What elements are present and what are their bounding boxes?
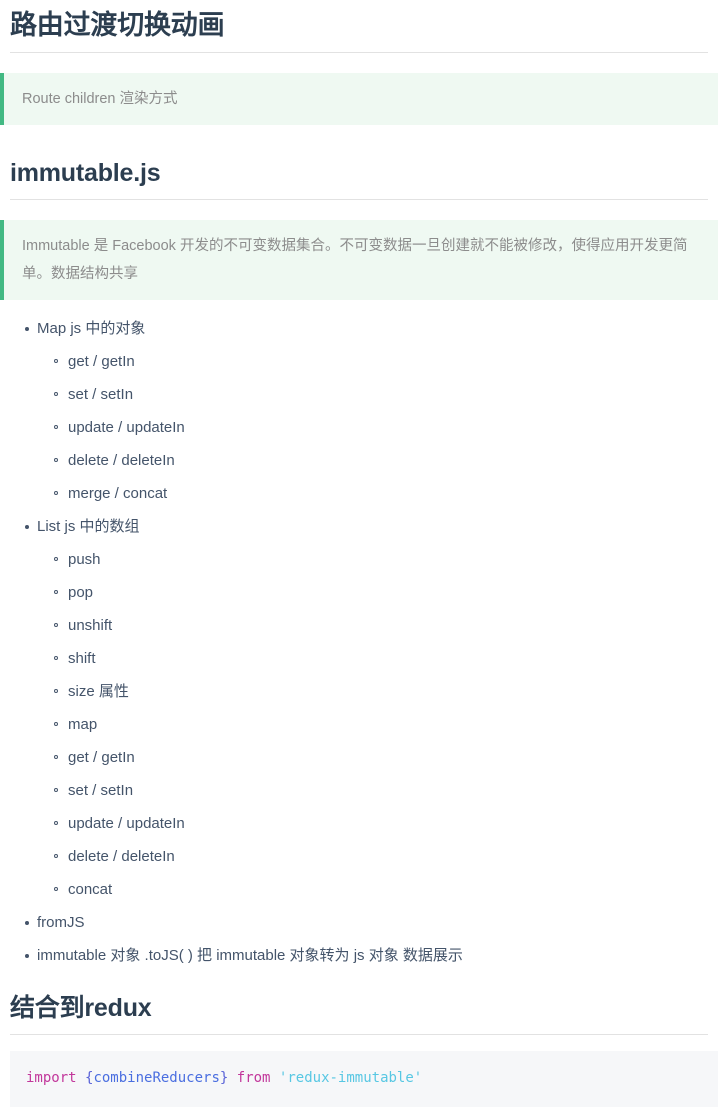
nested-list-item-label: merge / concat [68, 485, 168, 502]
nested-list-item-label: delete / deleteIn [68, 452, 175, 469]
bullet-circle-icon [54, 722, 58, 726]
bullet-circle-icon [54, 425, 58, 429]
bullet-circle-icon [54, 887, 58, 891]
nested-list-item-label: set / setIn [68, 782, 134, 799]
bullet-circle-icon [54, 788, 58, 792]
nested-list-item-label: update / updateIn [68, 815, 185, 832]
bullet-circle-icon [54, 821, 58, 825]
nested-list-item: unshift [37, 609, 718, 642]
nested-list-item: update / updateIn [37, 807, 718, 840]
nested-list-item-label: push [68, 551, 101, 568]
nested-list-item: delete / deleteIn [37, 444, 718, 477]
immutable-note-text: Immutable 是 Facebook 开发的不可变数据集合。不可变数据一旦创… [22, 238, 688, 282]
nested-list-item: delete / deleteIn [37, 840, 718, 873]
nested-list-item: set / setIn [37, 378, 718, 411]
nested-list-item: size 属性 [37, 675, 718, 708]
immutable-note: Immutable 是 Facebook 开发的不可变数据集合。不可变数据一旦创… [0, 220, 718, 300]
nested-list-item: push [37, 543, 718, 576]
nested-list-item: map [37, 708, 718, 741]
bullet-circle-icon [54, 656, 58, 660]
bullet-circle-icon [54, 359, 58, 363]
list-item: immutable 对象 .toJS( ) 把 immutable 对象转为 j… [0, 939, 718, 972]
nested-list: push pop unshift shift size 属性 map get / getIn… [37, 543, 718, 906]
list-item-label: fromJS [37, 914, 85, 931]
document-page: 路由过渡切换动画 Route children 渲染方式 immutable.j… [0, 0, 718, 1107]
nested-list-item-label: shift [68, 650, 96, 667]
nested-list-item-label: unshift [68, 617, 113, 634]
nested-list-item-label: get / getIn [68, 353, 135, 370]
nested-list-item: merge / concat [37, 477, 718, 510]
nested-list-item: set / setIn [37, 774, 718, 807]
nested-list-item: concat [37, 873, 718, 906]
list-item: List js 中的数组 push pop unshift shift size 属性 ma… [0, 510, 718, 906]
bullet-circle-icon [54, 458, 58, 462]
immutable-api-list: Map js 中的对象 get / getIn set / setIn update … [0, 312, 718, 972]
nested-list: get / getIn set / setIn update / updateIn d… [37, 345, 718, 510]
code-block-redux[interactable]: import {combineReducers} from 'redux-imm… [10, 1051, 718, 1107]
nested-list-item-label: pop [68, 584, 94, 601]
nested-list-item: pop [37, 576, 718, 609]
nested-list-item-label: map [68, 716, 98, 733]
nested-list-item-label: delete / deleteIn [68, 848, 175, 865]
list-item-label: Map js 中的对象 [37, 320, 146, 337]
nested-list-item: shift [37, 642, 718, 675]
bullet-circle-icon [54, 557, 58, 561]
bullet-circle-icon [54, 491, 58, 495]
bullet-circle-icon [54, 689, 58, 693]
section-heading-redux: 结合到redux [10, 994, 152, 1022]
bullet-circle-icon [54, 623, 58, 627]
list-item: fromJS [0, 906, 718, 939]
page-title: 路由过渡切换动画 [10, 10, 225, 40]
list-item-label: immutable 对象 .toJS( ) 把 immutable 对象转为 j… [37, 947, 463, 964]
nested-list-item: get / getIn [37, 741, 718, 774]
bullet-circle-icon [54, 854, 58, 858]
nested-list-item: get / getIn [37, 345, 718, 378]
bullet-circle-icon [54, 392, 58, 396]
bullet-disc-icon [25, 921, 29, 925]
route-transition-note-text: Route children 渲染方式 [22, 91, 178, 107]
nested-list-item-label: size 属性 [68, 683, 129, 700]
route-transition-note: Route children 渲染方式 [0, 73, 718, 125]
bullet-disc-icon [25, 327, 29, 331]
nested-list-item-label: update / updateIn [68, 419, 185, 436]
bullet-circle-icon [54, 590, 58, 594]
nested-list-item: update / updateIn [37, 411, 718, 444]
nested-list-item-label: set / setIn [68, 386, 134, 403]
bullet-disc-icon [25, 525, 29, 529]
list-item-label: List js 中的数组 [37, 518, 140, 535]
bullet-circle-icon [54, 755, 58, 759]
nested-list-item-label: concat [68, 881, 113, 898]
list-item: Map js 中的对象 get / getIn set / setIn update … [0, 312, 718, 510]
bullet-disc-icon [25, 954, 29, 958]
nested-list-item-label: get / getIn [68, 749, 135, 766]
section-heading-immutable: immutable.js [10, 159, 161, 187]
